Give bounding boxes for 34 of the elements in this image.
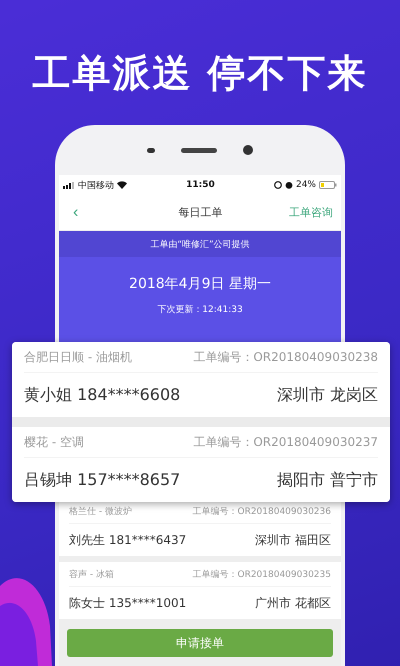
date-text: 2018年4月9日 星期一: [128, 275, 272, 293]
area-text: 揭阳市 普宁市: [276, 470, 378, 490]
carrier-name: 中国移动: [78, 180, 114, 192]
battery-icon: [318, 181, 337, 189]
signal-icon: [63, 182, 75, 188]
order-number: 工单编号：OR20180409030238: [193, 348, 378, 366]
order-card[interactable]: 格兰仕 - 微波炉 工单编号：OR20180409030236 刘先生 181****6437 深圳市 福田区: [59, 499, 341, 556]
order-number: 工单编号：OR20180409030236: [192, 506, 331, 518]
page-title: 每日工单: [178, 205, 223, 220]
headline: 工单派送 停不下来: [31, 50, 369, 97]
product-text: 格兰仕 - 微波炉: [69, 506, 132, 518]
battery-percent: 24%: [296, 180, 316, 190]
customer-text: 黄小姐 184****6608: [24, 384, 180, 406]
provider-text: 工单由“唯修汇”公司提供: [150, 238, 250, 250]
customer-text: 吕锡坤 157****8657: [24, 470, 180, 490]
product-text: 合肥日日顺 - 油烟机: [24, 348, 132, 366]
speaker-icon: [181, 148, 217, 152]
product-text: 樱花 - 空调: [24, 434, 84, 450]
customer-text: 陈女士 135****1001: [69, 594, 186, 612]
customer-text: 刘先生 181****6437: [69, 532, 186, 548]
order-number: 工单编号：OR20180409030235: [192, 568, 331, 580]
order-card[interactable]: 合肥日日顺 - 油烟机 工单编号：OR20180409030238 黄小姐 184****6608 深圳市 龙岗区: [12, 342, 390, 417]
order-card[interactable]: 樱花 - 空调 工单编号：OR20180409030237 吕锡坤 157****8657 揭阳市 普宁市: [12, 427, 390, 502]
area-text: 深圳市 福田区: [255, 532, 331, 548]
camera-icon: [243, 145, 253, 155]
order-number: 工单编号：OR20180409030237: [193, 434, 378, 450]
area-text: 深圳市 龙岗区: [276, 384, 378, 406]
wifi-icon: [117, 181, 127, 189]
status-time: 11:50: [186, 180, 215, 190]
sensor-icon: [147, 148, 155, 152]
next-update-text: 下次更新：12:41:33: [156, 304, 244, 316]
product-text: 容声 - 冰箱: [69, 568, 114, 580]
order-card[interactable]: 容声 - 冰箱 工单编号：OR20180409030235 陈女士 135****1001 广州市 花都区: [59, 562, 341, 619]
area-text: 广州市 花都区: [255, 594, 331, 612]
